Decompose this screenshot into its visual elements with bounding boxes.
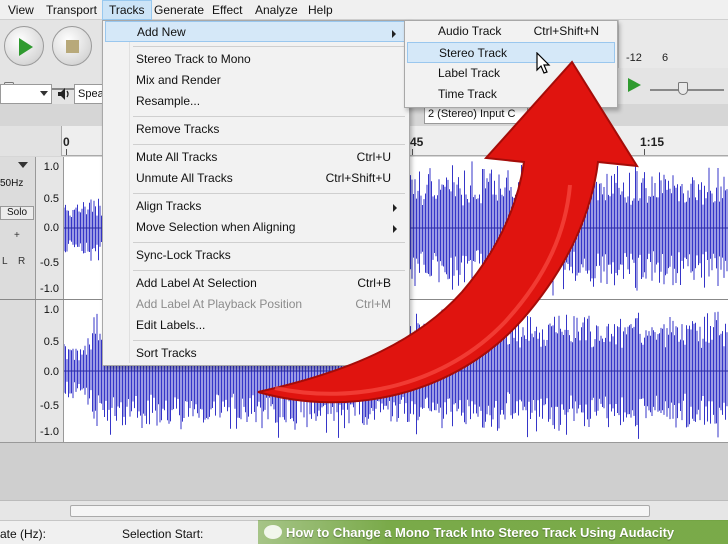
annotation-arrow-graphic <box>257 60 639 404</box>
cursor-icon <box>536 52 551 74</box>
